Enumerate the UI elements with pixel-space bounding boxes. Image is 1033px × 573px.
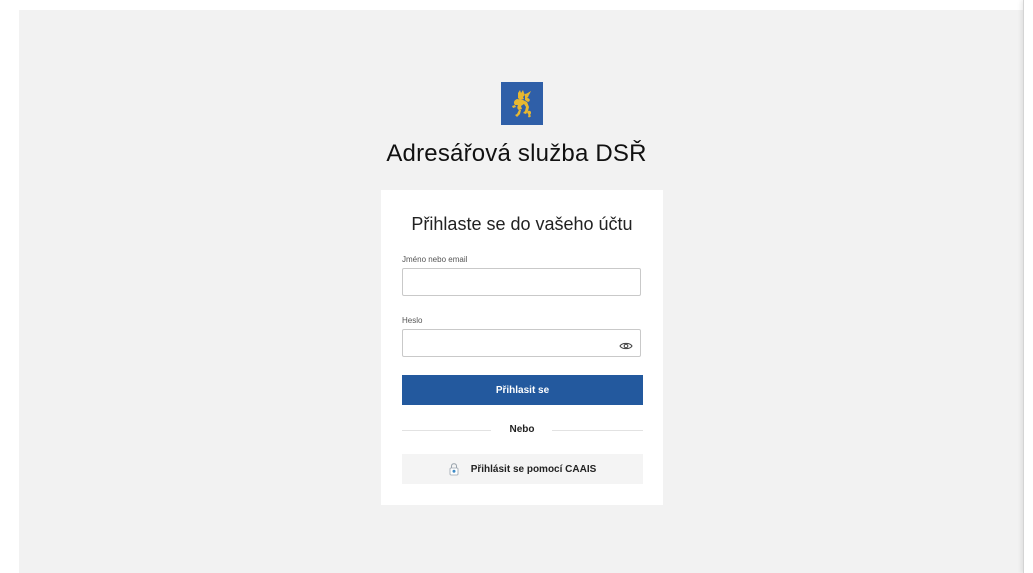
caais-login-button[interactable]: Přihlásit se pomocí CAAIS bbox=[402, 454, 643, 484]
coat-of-arms-logo bbox=[501, 82, 543, 125]
login-card: Přihlaste se do vašeho účtu Jméno nebo e… bbox=[381, 190, 663, 505]
username-input[interactable] bbox=[402, 268, 641, 296]
caais-login-label: Přihlásit se pomocí CAAIS bbox=[470, 463, 597, 475]
login-title: Přihlaste se do vašeho účtu bbox=[411, 214, 633, 234]
show-password-icon[interactable] bbox=[619, 340, 633, 352]
login-button[interactable]: Přihlasit se bbox=[402, 375, 643, 405]
lion-icon bbox=[512, 89, 532, 117]
password-label: Heslo bbox=[402, 316, 423, 325]
password-input[interactable] bbox=[402, 329, 641, 357]
scrollbar[interactable] bbox=[1023, 0, 1033, 573]
divider-line-right bbox=[552, 430, 643, 431]
lock-icon bbox=[449, 463, 459, 476]
username-label: Jméno nebo email bbox=[402, 255, 468, 264]
app-title: Adresářová služba DSŘ bbox=[386, 140, 647, 167]
